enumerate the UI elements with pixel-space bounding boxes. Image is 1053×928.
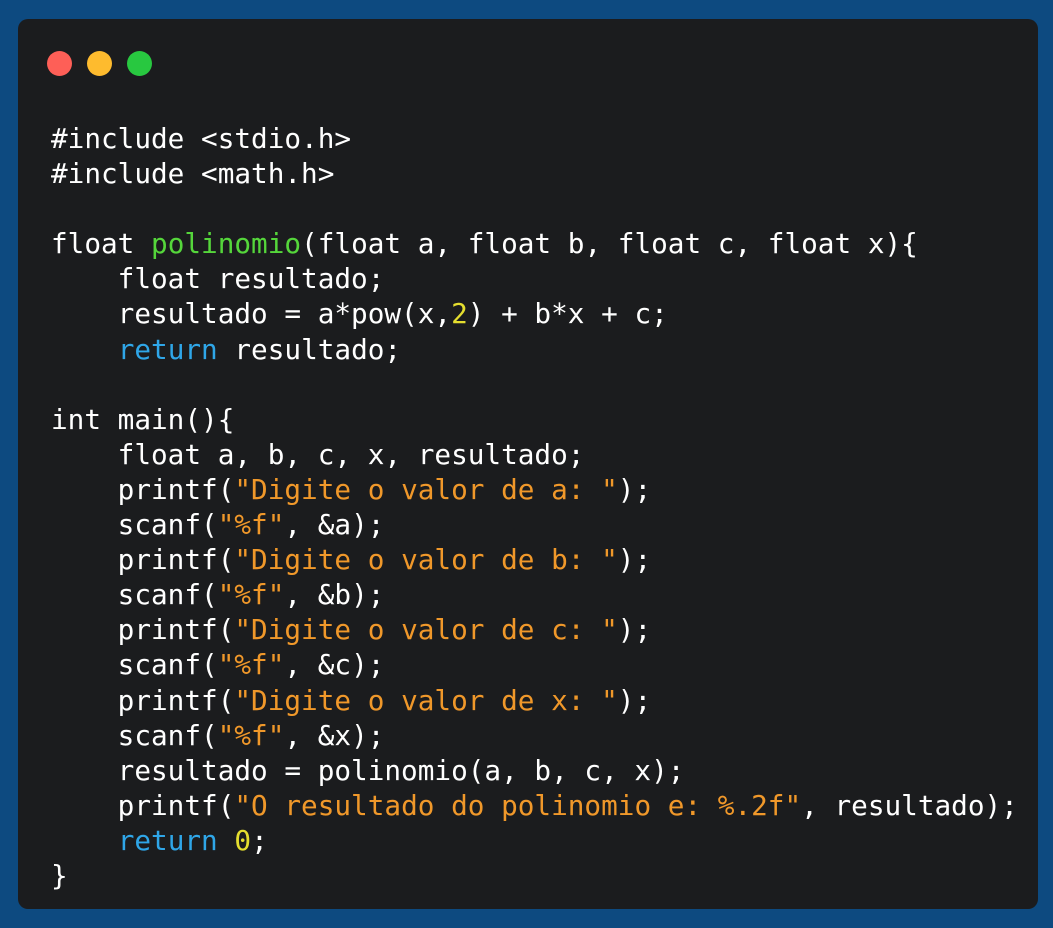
code-token: ); — [617, 683, 652, 717]
code-token: printf( — [51, 613, 235, 647]
code-line: return 0; — [51, 823, 1018, 858]
code-line: printf("Digite o valor de x: "); — [51, 683, 1018, 718]
code-line: scanf("%f", &x); — [51, 718, 1018, 753]
code-token: return — [117, 332, 218, 366]
code-token: "%f" — [217, 718, 285, 752]
code-token: float — [51, 227, 152, 261]
code-line: scanf("%f", &a); — [51, 507, 1018, 542]
code-window: #include <stdio.h> #include <math.h> floa… — [18, 19, 1038, 909]
code-token: "Digite o valor de b: " — [234, 543, 618, 577]
code-token: printf( — [51, 788, 235, 822]
code-token: int main(){ — [51, 402, 235, 436]
minimize-button[interactable] — [87, 51, 112, 76]
code-token: return — [117, 823, 218, 857]
code-token: resultado = polinomio(a, b, c, x); — [51, 753, 685, 787]
code-token: scanf( — [51, 718, 218, 752]
code-token: } — [51, 858, 68, 892]
code-token: printf( — [51, 472, 235, 506]
window-titlebar — [18, 19, 1038, 109]
code-token: polinomio — [151, 227, 302, 261]
code-line: } — [51, 858, 1018, 893]
code-line: printf("Digite o valor de a: "); — [51, 472, 1018, 507]
code-line: #include <stdio.h> — [51, 121, 1018, 156]
code-token: , &a); — [284, 508, 385, 542]
code-token: , resultado); — [801, 788, 1018, 822]
code-token: "%f" — [217, 578, 285, 612]
code-token: ); — [617, 543, 652, 577]
code-line: return resultado; — [51, 332, 1018, 367]
code-line: float resultado; — [51, 261, 1018, 296]
code-token: float resultado; — [51, 262, 385, 296]
code-token: #include <math.h> — [51, 157, 335, 191]
code-token: 0 — [234, 823, 252, 857]
code-token: ); — [617, 472, 652, 506]
code-token: scanf( — [51, 578, 218, 612]
code-line: scanf("%f", &c); — [51, 647, 1018, 682]
code-token: 2 — [451, 297, 468, 331]
code-token: printf( — [51, 683, 235, 717]
code-line: resultado = a*pow(x,2) + b*x + c; — [51, 296, 1018, 331]
code-line: printf("Digite o valor de b: "); — [51, 542, 1018, 577]
code-line: float a, b, c, x, resultado; — [51, 437, 1018, 472]
code-token: "%f" — [217, 648, 285, 682]
code-line: int main(){ — [51, 402, 1018, 437]
code-token: resultado = a*pow(x, — [51, 297, 452, 331]
code-line: resultado = polinomio(a, b, c, x); — [51, 753, 1018, 788]
maximize-button[interactable] — [127, 51, 152, 76]
code-token: "%f" — [217, 508, 285, 542]
code-token: "Digite o valor de a: " — [234, 472, 618, 506]
code-line: scanf("%f", &b); — [51, 577, 1018, 612]
code-token: scanf( — [51, 508, 218, 542]
code-token: , &b); — [284, 578, 385, 612]
code-token: scanf( — [51, 648, 218, 682]
code-token: #include <stdio.h> — [51, 122, 352, 155]
code-token: , &c); — [284, 648, 385, 682]
code-token: (float a, float b, float c, float x){ — [301, 227, 918, 261]
code-line: printf("O resultado do polinomio e: %.2f… — [51, 788, 1018, 823]
code-block: #include <stdio.h> #include <math.h> floa… — [51, 121, 1018, 893]
code-line: #include <math.h> — [51, 156, 1018, 191]
code-token: ) + b*x + c; — [467, 297, 668, 331]
code-token: printf( — [51, 543, 235, 577]
code-token: , &x); — [284, 718, 385, 752]
code-token: resultado; — [217, 332, 402, 366]
code-token: "Digite o valor de x: " — [234, 683, 618, 717]
code-token: float a, b, c, x, resultado; — [51, 437, 585, 471]
code-line: printf("Digite o valor de c: "); — [51, 612, 1018, 647]
close-button[interactable] — [47, 51, 72, 76]
code-token: "Digite o valor de c: " — [234, 613, 618, 647]
code-token: "O resultado do polinomio e: %.2f" — [234, 788, 802, 822]
code-line: float polinomio(float a, float b, float … — [51, 226, 1018, 261]
code-token: ); — [617, 613, 652, 647]
code-token: ; — [251, 823, 268, 857]
